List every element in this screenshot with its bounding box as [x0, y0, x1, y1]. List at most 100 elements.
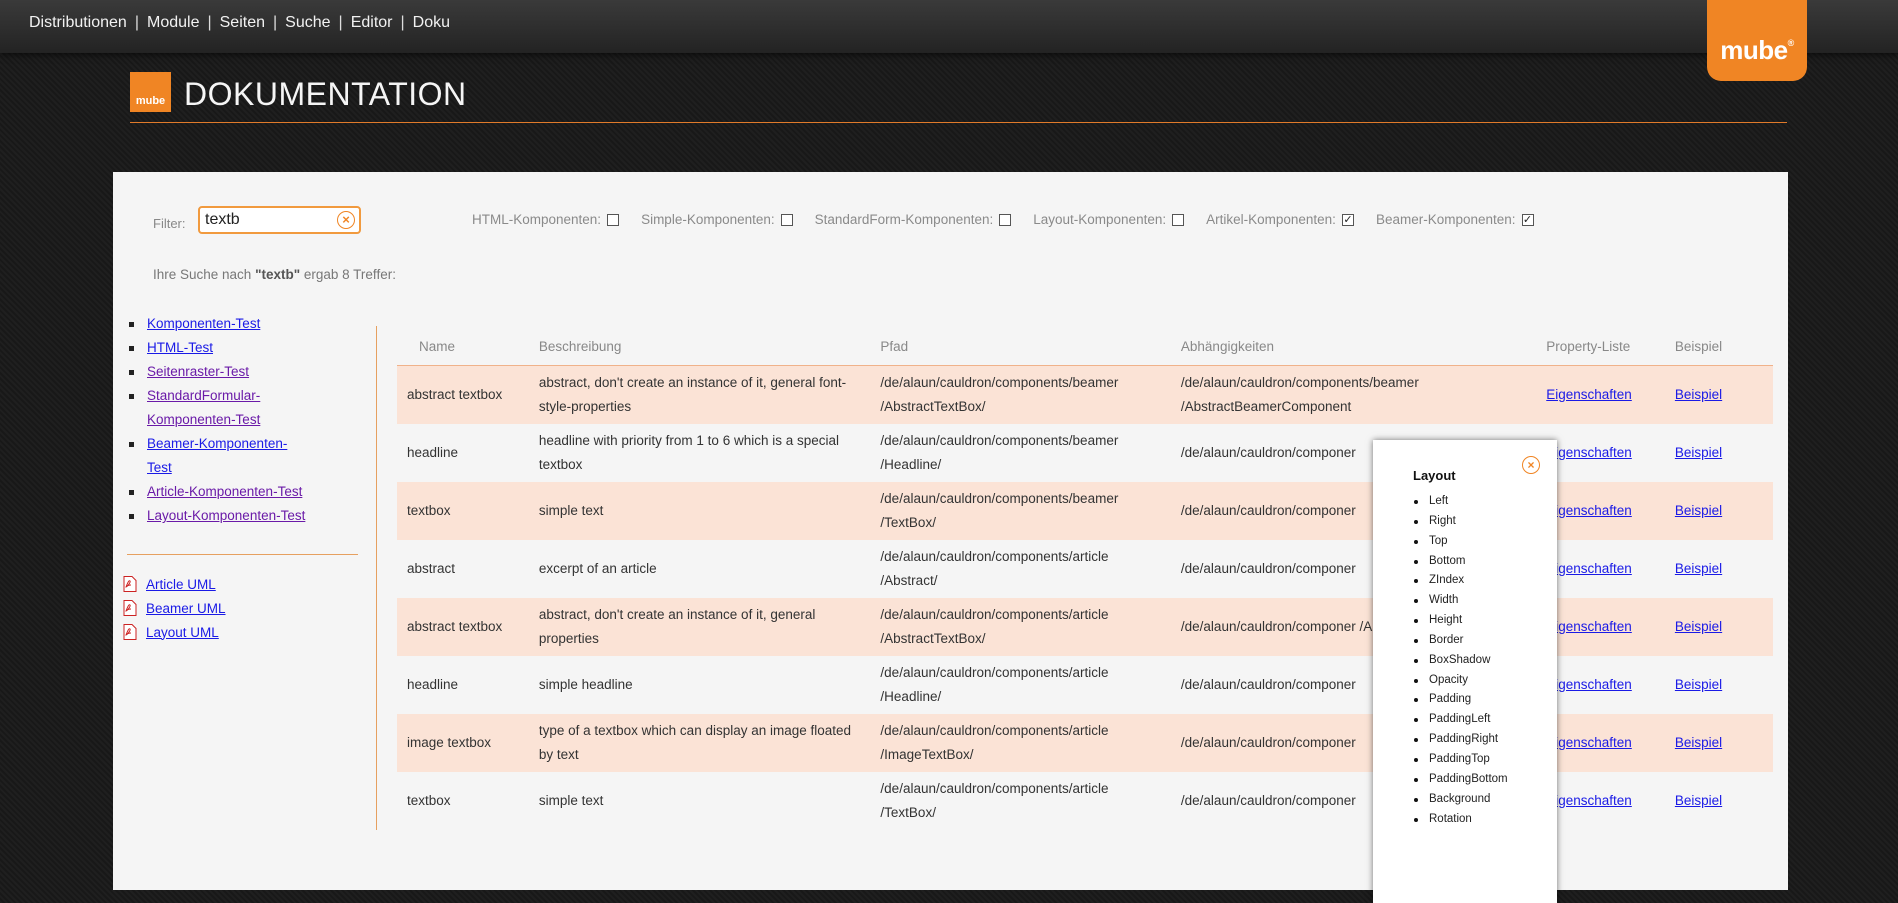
nav-separator: | [273, 14, 278, 31]
search-result-summary: Ihre Suche nach "textb" ergab 8 Treffer: [153, 267, 396, 282]
table-header-row: Name Beschreibung Pfad Abhängigkeiten Proper… [397, 327, 1773, 366]
column-header: Beispiel [1664, 327, 1773, 366]
example-link[interactable]: Beispiel [1675, 387, 1722, 402]
properties-link[interactable]: Eigenschaften [1546, 387, 1632, 402]
filter-checkbox[interactable] [1172, 213, 1185, 226]
cell-example: Beispiel [1665, 772, 1773, 830]
pdf-link[interactable]: Beamer UML [146, 601, 226, 616]
nav-item-distributionen[interactable]: Distributionen [29, 14, 127, 32]
example-link[interactable]: Beispiel [1675, 561, 1722, 576]
table-row: abstract excerpt of an article/de/alaun/c… [397, 540, 1773, 598]
properties-link[interactable]: Eigenschaften [1546, 677, 1632, 692]
cell-path: /de/alaun/cauldron/components/article /T… [880, 781, 1109, 820]
filter-checkbox[interactable]: ✓ [1341, 213, 1354, 226]
sidebar-link[interactable]: Seitenraster-Test [147, 364, 249, 379]
page-header: mube DOKUMENTATION [130, 72, 1787, 123]
table-row: textbox simple text/de/alaun/cauldron/com… [397, 772, 1773, 830]
page-title: DOKUMENTATION [184, 76, 467, 112]
cell-example: Beispiel [1665, 540, 1773, 598]
header-logo: mube [130, 72, 171, 112]
sidebar-test-links: Komponenten-Test HTML-Test Seitenraster-Te… [127, 312, 307, 528]
filter-checkbox-item: Simple-Komponenten: [641, 212, 793, 227]
properties-link[interactable]: Eigenschaften [1546, 561, 1632, 576]
popup-property-item: Border [1409, 631, 1508, 651]
sidebar-link[interactable]: Layout-Komponenten-Test [147, 508, 305, 523]
table-row: headline simple headline/de/alaun/cauldro… [397, 656, 1773, 714]
popup-property-list: Left Right Top Bottom ZIndex Width Height Borde… [1409, 492, 1508, 829]
cell-desc: abstract, don't create an instance of it… [528, 598, 871, 656]
column-header: Property-Liste [1536, 327, 1665, 366]
close-icon[interactable]: × [1522, 456, 1540, 474]
properties-link[interactable]: Eigenschaften [1546, 735, 1632, 750]
cell-path: /de/alaun/cauldron/components/beamer /Ab… [870, 365, 1171, 424]
filter-checkbox-item: Artikel-Komponenten: ✓ [1206, 212, 1354, 227]
cell-deps: /de/alaun/cauldron/components/beamer /Ab… [1170, 365, 1537, 424]
column-header: Name [397, 327, 529, 366]
filter-field[interactable]: × [198, 206, 361, 234]
filter-checkbox[interactable]: ✓ [1521, 213, 1534, 226]
table-row: headline headline with priority from 1 to… [397, 424, 1773, 482]
nav-separator: | [400, 14, 405, 31]
popup-property-item: Height [1409, 611, 1508, 631]
properties-link[interactable]: Eigenschaften [1546, 793, 1632, 808]
example-link[interactable]: Beispiel [1675, 793, 1722, 808]
nav-item-module[interactable]: Module [147, 14, 199, 32]
nav-item-suche[interactable]: Suche [285, 14, 330, 32]
filter-checkbox-label: Beamer-Komponenten: [1375, 212, 1516, 227]
filter-checkbox[interactable] [607, 213, 620, 226]
example-link[interactable]: Beispiel [1675, 735, 1722, 750]
filter-checkbox-item: HTML-Komponenten: [472, 212, 620, 227]
cell-name: headline [407, 677, 459, 692]
example-link[interactable]: Beispiel [1675, 619, 1722, 634]
filter-checkbox-item: StandardForm-Komponenten: [815, 212, 1012, 227]
brand-logo[interactable]: mube® [1707, 0, 1807, 81]
nav-item-seiten[interactable]: Seiten [220, 14, 265, 32]
nav-item-editor[interactable]: Editor [351, 14, 393, 32]
properties-link[interactable]: Eigenschaften [1546, 619, 1632, 634]
example-link[interactable]: Beispiel [1675, 503, 1722, 518]
sidebar-item: HTML-Test [127, 336, 307, 360]
table-row: textbox simple text/de/alaun/cauldron/com… [397, 482, 1773, 540]
properties-link[interactable]: Eigenschaften [1546, 445, 1632, 460]
sidebar-link[interactable]: StandardFormular-Komponenten-Test [147, 388, 260, 427]
cell-example: Beispiel [1665, 424, 1773, 482]
pdf-link[interactable]: Layout UML [146, 625, 219, 640]
nav-item-doku[interactable]: Doku [413, 14, 450, 32]
cell-name: abstract textbox [397, 365, 529, 424]
sidebar-item: Layout-Komponenten-Test [127, 504, 307, 528]
cell-name: abstract [407, 561, 456, 576]
cell-example: Beispiel [1664, 482, 1773, 540]
cell-desc: simple headline [538, 677, 633, 692]
components-table: Name Beschreibung Pfad Abhängigkeiten Proper… [397, 327, 1773, 830]
popup-property-item: Left [1409, 492, 1508, 512]
example-link[interactable]: Beispiel [1675, 677, 1722, 692]
sidebar-item: StandardFormular-Komponenten-Test [127, 384, 307, 432]
cell-name: image textbox [397, 714, 529, 772]
cell-path: /de/alaun/cauldron/components/article /I… [870, 714, 1171, 772]
sidebar-item: Seitenraster-Test [127, 360, 307, 384]
filter-input[interactable] [205, 211, 330, 229]
column-header: Beschreibung [528, 327, 871, 366]
layout-properties-popup: Layout × Left Right Top Bottom ZIndex Width He… [1373, 440, 1557, 903]
sidebar-link[interactable]: Beamer-Komponenten-Test [147, 436, 287, 475]
sidebar-link[interactable]: HTML-Test [147, 340, 213, 355]
properties-link[interactable]: Eigenschaften [1546, 503, 1632, 518]
filter-checkbox-label: Artikel-Komponenten: [1206, 212, 1336, 227]
table-row: image textbox type of a textbox which can… [397, 714, 1773, 772]
clear-filter-icon[interactable]: × [337, 211, 355, 229]
popup-property-item: Opacity [1409, 671, 1508, 691]
filter-checkbox-label: HTML-Komponenten: [472, 212, 602, 227]
sidebar-vertical-divider [376, 326, 377, 830]
filter-checkbox[interactable] [999, 213, 1012, 226]
sidebar-link[interactable]: Komponenten-Test [147, 316, 260, 331]
filter-checkbox[interactable] [780, 213, 793, 226]
cell-example: Beispiel [1664, 714, 1773, 772]
popup-property-item: Padding [1409, 690, 1508, 710]
popup-property-item: Width [1409, 591, 1508, 611]
cell-name: textbox [397, 482, 529, 540]
cell-path: /de/alaun/cauldron/components/article /A… [880, 549, 1109, 588]
pdf-link[interactable]: Article UML [146, 577, 216, 592]
sidebar-item: Beamer-Komponenten-Test [127, 432, 307, 480]
sidebar-link[interactable]: Article-Komponenten-Test [147, 484, 302, 499]
example-link[interactable]: Beispiel [1675, 445, 1722, 460]
